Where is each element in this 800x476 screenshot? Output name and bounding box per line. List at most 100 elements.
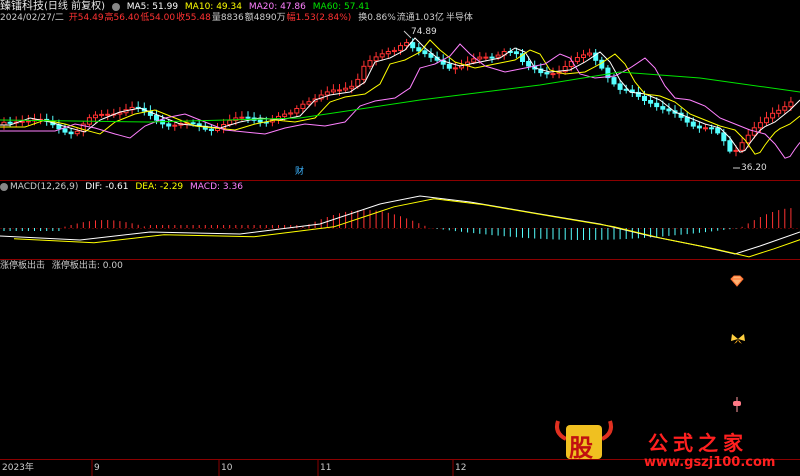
- indicator-header: 涨停板出击 涨停板出击: 0.00: [0, 260, 127, 272]
- candle-body: [642, 95, 647, 102]
- candle-body: [587, 52, 593, 56]
- indicator-value: 涨停板出击: 0.00: [51, 261, 123, 271]
- candle-body: [306, 101, 312, 105]
- candle-body: [709, 127, 715, 130]
- candle-body: [367, 60, 373, 67]
- candle-body: [666, 108, 672, 112]
- candle-body: [739, 142, 745, 151]
- change-value: 幅1.53(2.84%): [286, 13, 352, 23]
- ma5-value: MA5: 51.99: [126, 2, 179, 12]
- macd-params: MACD(12,26,9): [10, 182, 79, 192]
- candle-body: [611, 77, 617, 85]
- candle-body: [93, 114, 98, 119]
- candle-body: [385, 51, 391, 55]
- candle-body: [105, 113, 111, 116]
- amount-value: 额4890万: [244, 13, 286, 23]
- candle-body: [782, 106, 788, 111]
- macd-header: MACD(12,26,9) DIF: -0.61 DEA: -2.29 MACD…: [0, 181, 247, 193]
- month-label-dec: 12: [455, 463, 467, 473]
- candle-body: [452, 67, 458, 70]
- candle-body: [324, 91, 330, 96]
- indicator-name: 涨停板出击: [0, 261, 46, 271]
- candle-body: [190, 122, 196, 125]
- dea-value: DEA: -2.29: [135, 182, 184, 192]
- candle-body: [648, 100, 654, 104]
- candle-body: [343, 87, 349, 91]
- settings-icon[interactable]: [111, 2, 120, 11]
- candle-body: [25, 120, 31, 123]
- candle-body: [7, 121, 13, 124]
- candle-body: [166, 123, 172, 127]
- ma10-value: MA10: 49.34: [184, 2, 242, 12]
- period-label: (日线 前复权): [44, 1, 105, 12]
- stock-name: 臻镭科技: [0, 0, 44, 12]
- high-price-label: 74.89: [411, 27, 437, 37]
- volume-value: 量8836: [211, 13, 244, 23]
- candle-body: [544, 72, 550, 75]
- candle-body: [471, 58, 477, 63]
- candle-body: [446, 63, 452, 69]
- moving-average-lines: [0, 37, 800, 159]
- candle-body: [574, 57, 580, 62]
- year-label: 2023年: [2, 463, 34, 473]
- kline-chart[interactable]: [0, 0, 800, 476]
- candle-body: [154, 114, 159, 121]
- low-value: 低54.00: [140, 13, 176, 23]
- finance-marker[interactable]: 财: [295, 166, 304, 178]
- turnover-value: 换0.86%: [358, 13, 396, 23]
- candle-body: [404, 42, 410, 47]
- candle-body: [703, 127, 708, 130]
- high-price-leader: [403, 30, 412, 39]
- ma10-line: [0, 39, 800, 155]
- candle-body: [410, 42, 416, 49]
- watermark-site-name: 公式之家: [648, 431, 748, 455]
- candle-body: [68, 131, 74, 135]
- candle-body: [788, 101, 794, 108]
- ma20-value: MA20: 47.86: [248, 2, 306, 12]
- candle-body: [208, 128, 214, 131]
- sector-label: 半导体: [445, 13, 473, 23]
- candle-body: [764, 117, 769, 124]
- macd-value: MACD: 3.36: [190, 182, 243, 192]
- candle-body: [526, 61, 532, 67]
- candle-body: [489, 56, 495, 59]
- candle-body: [422, 50, 428, 55]
- candle-body: [660, 106, 666, 110]
- candle-body: [733, 149, 739, 152]
- candle-body: [715, 127, 721, 134]
- candle-body: [776, 109, 782, 114]
- candle-body: [330, 89, 336, 93]
- candle-body: [391, 49, 397, 53]
- candle-body: [288, 112, 294, 115]
- candle-body: [581, 54, 586, 59]
- candle-body: [74, 130, 80, 135]
- candle-body: [398, 45, 403, 51]
- candle-body: [361, 65, 367, 80]
- quote-info-row: 2024/02/27/二 开54.49高56.40低54.00收55.48量88…: [0, 12, 477, 24]
- candle-body: [300, 103, 306, 109]
- candle-body: [483, 56, 489, 59]
- candle-body: [99, 113, 105, 116]
- settings-icon[interactable]: [0, 182, 8, 191]
- month-label-sep: 9: [94, 463, 100, 473]
- candle-body: [696, 125, 702, 129]
- candle-body: [349, 85, 355, 89]
- candle-body: [257, 119, 263, 123]
- candle-body: [245, 116, 251, 119]
- month-label-nov: 11: [320, 463, 332, 473]
- candle-body: [690, 121, 696, 127]
- diamond-icon: [730, 275, 744, 287]
- candle-body: [172, 124, 178, 127]
- candle-body: [282, 113, 288, 117]
- candle-body: [62, 128, 68, 133]
- month-label-oct: 10: [221, 463, 233, 473]
- candle-body: [727, 140, 733, 152]
- candle-body: [379, 53, 385, 58]
- candle-body: [550, 73, 556, 76]
- lantern-icon: [733, 397, 741, 412]
- high-value: 高56.40: [104, 13, 140, 23]
- candle-body: [373, 56, 379, 62]
- candle-body: [416, 47, 422, 52]
- candle-body: [294, 108, 300, 114]
- candle-body: [770, 112, 776, 119]
